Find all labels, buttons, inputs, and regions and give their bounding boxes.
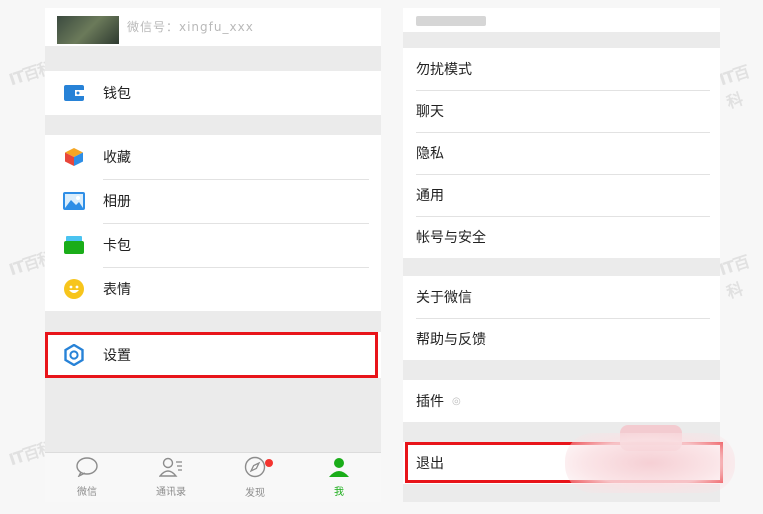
settings-item-chat[interactable]: 聊天 (403, 90, 720, 132)
settings-group-3: 插件 ◎ (403, 380, 720, 422)
menu-item-label: 设置 (103, 348, 131, 364)
menu-item-label: 钱包 (103, 86, 131, 102)
settings-item-privacy[interactable]: 隐私 (403, 132, 720, 174)
wallet-icon (63, 82, 85, 104)
menu-item-settings[interactable]: 设置 (45, 332, 381, 378)
settings-item-about[interactable]: 关于微信 (403, 276, 720, 318)
screenshot-stage: IT百科 IT百科 IT百科 IT百科 IT百科 微信号：xingfu_xxx … (0, 0, 763, 514)
settings-item-account-security[interactable]: 帐号与安全 (403, 216, 720, 258)
me-page-panel: 微信号：xingfu_xxx 钱包 收藏 相册 卡包 表情 设置 微信 通讯录 … (45, 8, 381, 502)
settings-group-1: 勿扰模式 聊天 隐私 通用 帐号与安全 (403, 48, 720, 258)
person-icon (328, 457, 350, 481)
menu-item-label: 卡包 (103, 238, 131, 254)
menu-item-label: 表情 (103, 282, 131, 298)
settings-group: 设置 (45, 332, 381, 378)
tab-me[interactable]: 我 (297, 453, 381, 502)
compass-icon (244, 456, 266, 482)
menu-item-label: 相册 (103, 194, 131, 210)
settings-group-2: 关于微信 帮助与反馈 (403, 276, 720, 360)
tab-chats[interactable]: 微信 (45, 453, 129, 502)
tab-label: 微信 (77, 487, 97, 498)
favorites-cube-icon (63, 146, 85, 168)
tab-label: 发现 (245, 488, 265, 499)
chat-bubble-icon (75, 457, 99, 481)
card-bag-icon (63, 234, 85, 256)
tab-label: 我 (334, 487, 344, 498)
watermark: IT百科 (716, 252, 752, 303)
settings-item-do-not-disturb[interactable]: 勿扰模式 (403, 48, 720, 90)
menu-item-wallet[interactable]: 钱包 (45, 71, 381, 115)
menu-item-album[interactable]: 相册 (45, 179, 381, 223)
settings-item-label: 插件 (416, 394, 444, 410)
menu-item-favorites[interactable]: 收藏 (45, 135, 381, 179)
cut-off-row (403, 8, 720, 32)
tab-discover[interactable]: 发现 (213, 453, 297, 502)
bottom-tab-bar: 微信 通讯录 发现 我 (45, 452, 381, 502)
menu-item-stickers[interactable]: 表情 (45, 267, 381, 311)
menu-item-card-bag[interactable]: 卡包 (45, 223, 381, 267)
smiley-icon (63, 278, 85, 300)
avatar (57, 16, 119, 44)
settings-item-help-feedback[interactable]: 帮助与反馈 (403, 318, 720, 360)
tab-contacts[interactable]: 通讯录 (129, 453, 213, 502)
contacts-icon (158, 457, 183, 481)
notification-dot (265, 459, 273, 467)
settings-gear-icon (63, 344, 85, 366)
blur-mask (565, 433, 735, 493)
wallet-group: 钱包 (45, 71, 381, 115)
menu-item-label: 收藏 (103, 150, 131, 166)
album-photo-icon (63, 190, 85, 212)
profile-id: 微信号：xingfu_xxx (127, 20, 254, 34)
watermark: IT百科 (716, 62, 752, 113)
settings-item-general[interactable]: 通用 (403, 174, 720, 216)
settings-item-plugins[interactable]: 插件 ◎ (403, 380, 720, 422)
plugin-badge-icon: ◎ (452, 395, 461, 407)
tab-label: 通讯录 (156, 487, 186, 498)
profile-header[interactable]: 微信号：xingfu_xxx (45, 8, 381, 46)
tools-group: 收藏 相册 卡包 表情 (45, 135, 381, 311)
